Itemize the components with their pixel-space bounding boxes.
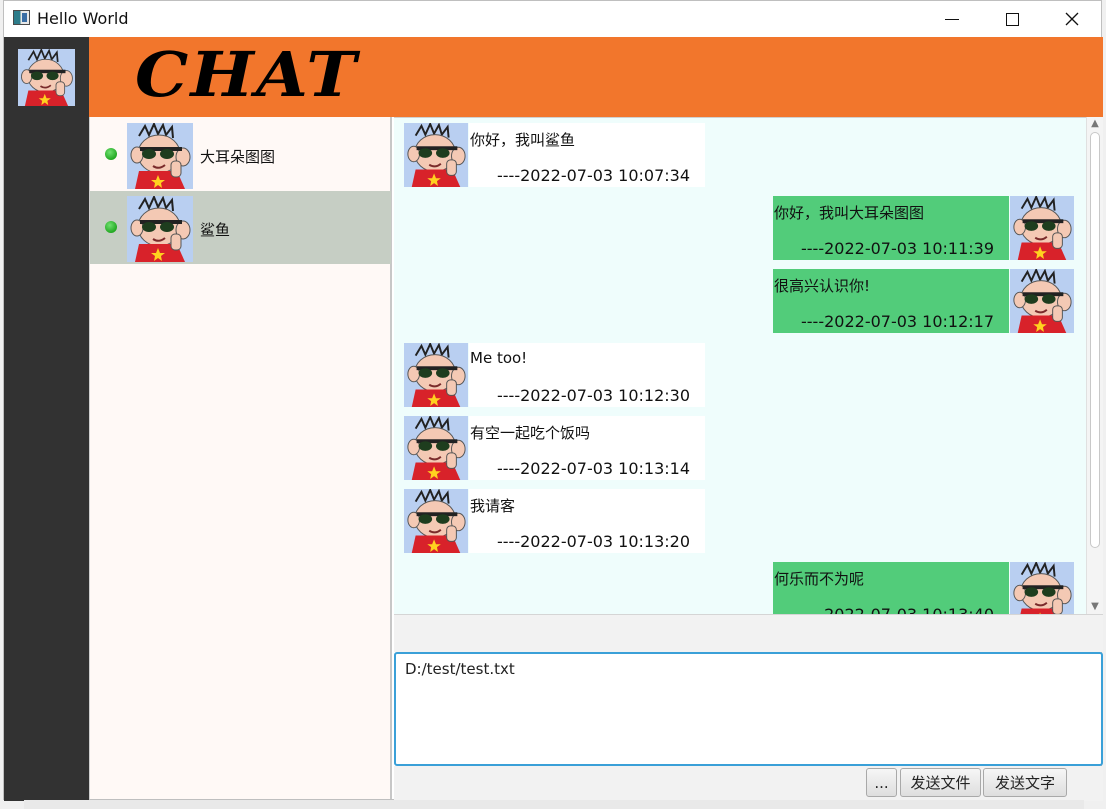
- message-text: 我请客: [470, 497, 516, 515]
- sender-avatar: [403, 489, 469, 553]
- contact-avatar: [127, 196, 193, 262]
- message-text: 有空一起吃个饭吗: [470, 424, 591, 442]
- message-text: 何乐而不为呢: [774, 570, 865, 588]
- message-text: 很高兴认识你!: [774, 277, 871, 295]
- minimize-icon: [945, 18, 959, 20]
- window-title: Hello World: [37, 9, 129, 28]
- contact-item[interactable]: 大耳朵图图: [90, 118, 391, 191]
- online-status-icon: [105, 148, 117, 160]
- sender-avatar: [403, 123, 469, 187]
- sender-avatar: [1009, 562, 1075, 614]
- message-scrollbar[interactable]: ▲ ▼: [1086, 117, 1103, 614]
- message-time: ----2022-07-03 10:13:40: [801, 605, 994, 614]
- current-user-avatar[interactable]: [18, 49, 75, 106]
- message-bubble: 有空一起吃个饭吗 ----2022-07-03 10:13:14: [469, 416, 705, 480]
- background-window: [24, 800, 1084, 809]
- message-time: ----2022-07-03 10:11:39: [801, 239, 995, 258]
- scroll-thumb[interactable]: [1090, 132, 1100, 548]
- sender-avatar: [1009, 269, 1075, 333]
- message-text: Me too!: [470, 349, 528, 367]
- scroll-up-icon[interactable]: ▲: [1087, 117, 1103, 131]
- app-icon: [13, 10, 30, 25]
- message-bubble: 我请客 ----2022-07-03 10:13:20: [469, 489, 705, 553]
- chat-logo: CHAT: [135, 38, 359, 111]
- minimize-button[interactable]: [922, 1, 982, 37]
- online-status-icon: [105, 221, 117, 233]
- maximize-icon: [1005, 12, 1019, 26]
- app-window: Hello World CHAT 大耳朵图图 鲨鱼 你好，我叫鲨鱼 ----20…: [3, 0, 1103, 801]
- message-time: ----2022-07-03 10:07:34: [497, 166, 691, 185]
- message-time: ----2022-07-03 10:13:20: [497, 532, 691, 551]
- action-bar: ... 发送文件 发送文字: [394, 766, 1103, 801]
- message-bubble: Me too! ----2022-07-03 10:12:30: [469, 343, 705, 407]
- message-list[interactable]: 你好，我叫鲨鱼 ----2022-07-03 10:07:34 你好，我叫大耳朵…: [394, 117, 1086, 614]
- contact-name: 大耳朵图图: [200, 148, 276, 166]
- left-sidebar-strip: [4, 37, 89, 801]
- sender-avatar: [403, 343, 469, 407]
- message-bubble: 很高兴认识你! ----2022-07-03 10:12:17: [773, 269, 1009, 333]
- message-time: ----2022-07-03 10:12:30: [497, 386, 691, 405]
- contact-name: 鲨鱼: [200, 221, 231, 239]
- message-time: ----2022-07-03 10:12:17: [801, 312, 995, 331]
- message-bubble: 你好，我叫大耳朵图图 ----2022-07-03 10:11:39: [773, 196, 1009, 260]
- contact-item-selected[interactable]: 鲨鱼: [90, 191, 391, 264]
- message-input[interactable]: D:/test/test.txt: [396, 654, 1101, 764]
- message-text: 你好，我叫大耳朵图图: [774, 204, 925, 222]
- sender-avatar: [403, 416, 469, 480]
- maximize-button[interactable]: [982, 1, 1042, 37]
- message-bubble: 何乐而不为呢 ----2022-07-03 10:13:40: [773, 562, 1009, 614]
- close-icon: [1065, 12, 1079, 26]
- contact-list: 大耳朵图图 鲨鱼: [89, 117, 392, 799]
- send-text-button[interactable]: 发送文字: [983, 768, 1067, 797]
- input-toolbar: [394, 614, 1103, 652]
- title-bar[interactable]: Hello World: [4, 1, 1101, 37]
- close-button[interactable]: [1042, 1, 1102, 37]
- sender-avatar: [1009, 196, 1075, 260]
- message-input-box[interactable]: D:/test/test.txt: [394, 652, 1103, 766]
- contact-avatar: [127, 123, 193, 189]
- chat-header: CHAT: [89, 37, 1103, 117]
- scroll-down-icon[interactable]: ▼: [1087, 600, 1103, 614]
- browse-file-button[interactable]: ...: [866, 768, 897, 797]
- message-bubble: 你好，我叫鲨鱼 ----2022-07-03 10:07:34: [469, 123, 705, 187]
- message-time: ----2022-07-03 10:13:14: [497, 459, 691, 478]
- send-file-button[interactable]: 发送文件: [900, 768, 981, 797]
- message-text: 你好，我叫鲨鱼: [470, 131, 576, 149]
